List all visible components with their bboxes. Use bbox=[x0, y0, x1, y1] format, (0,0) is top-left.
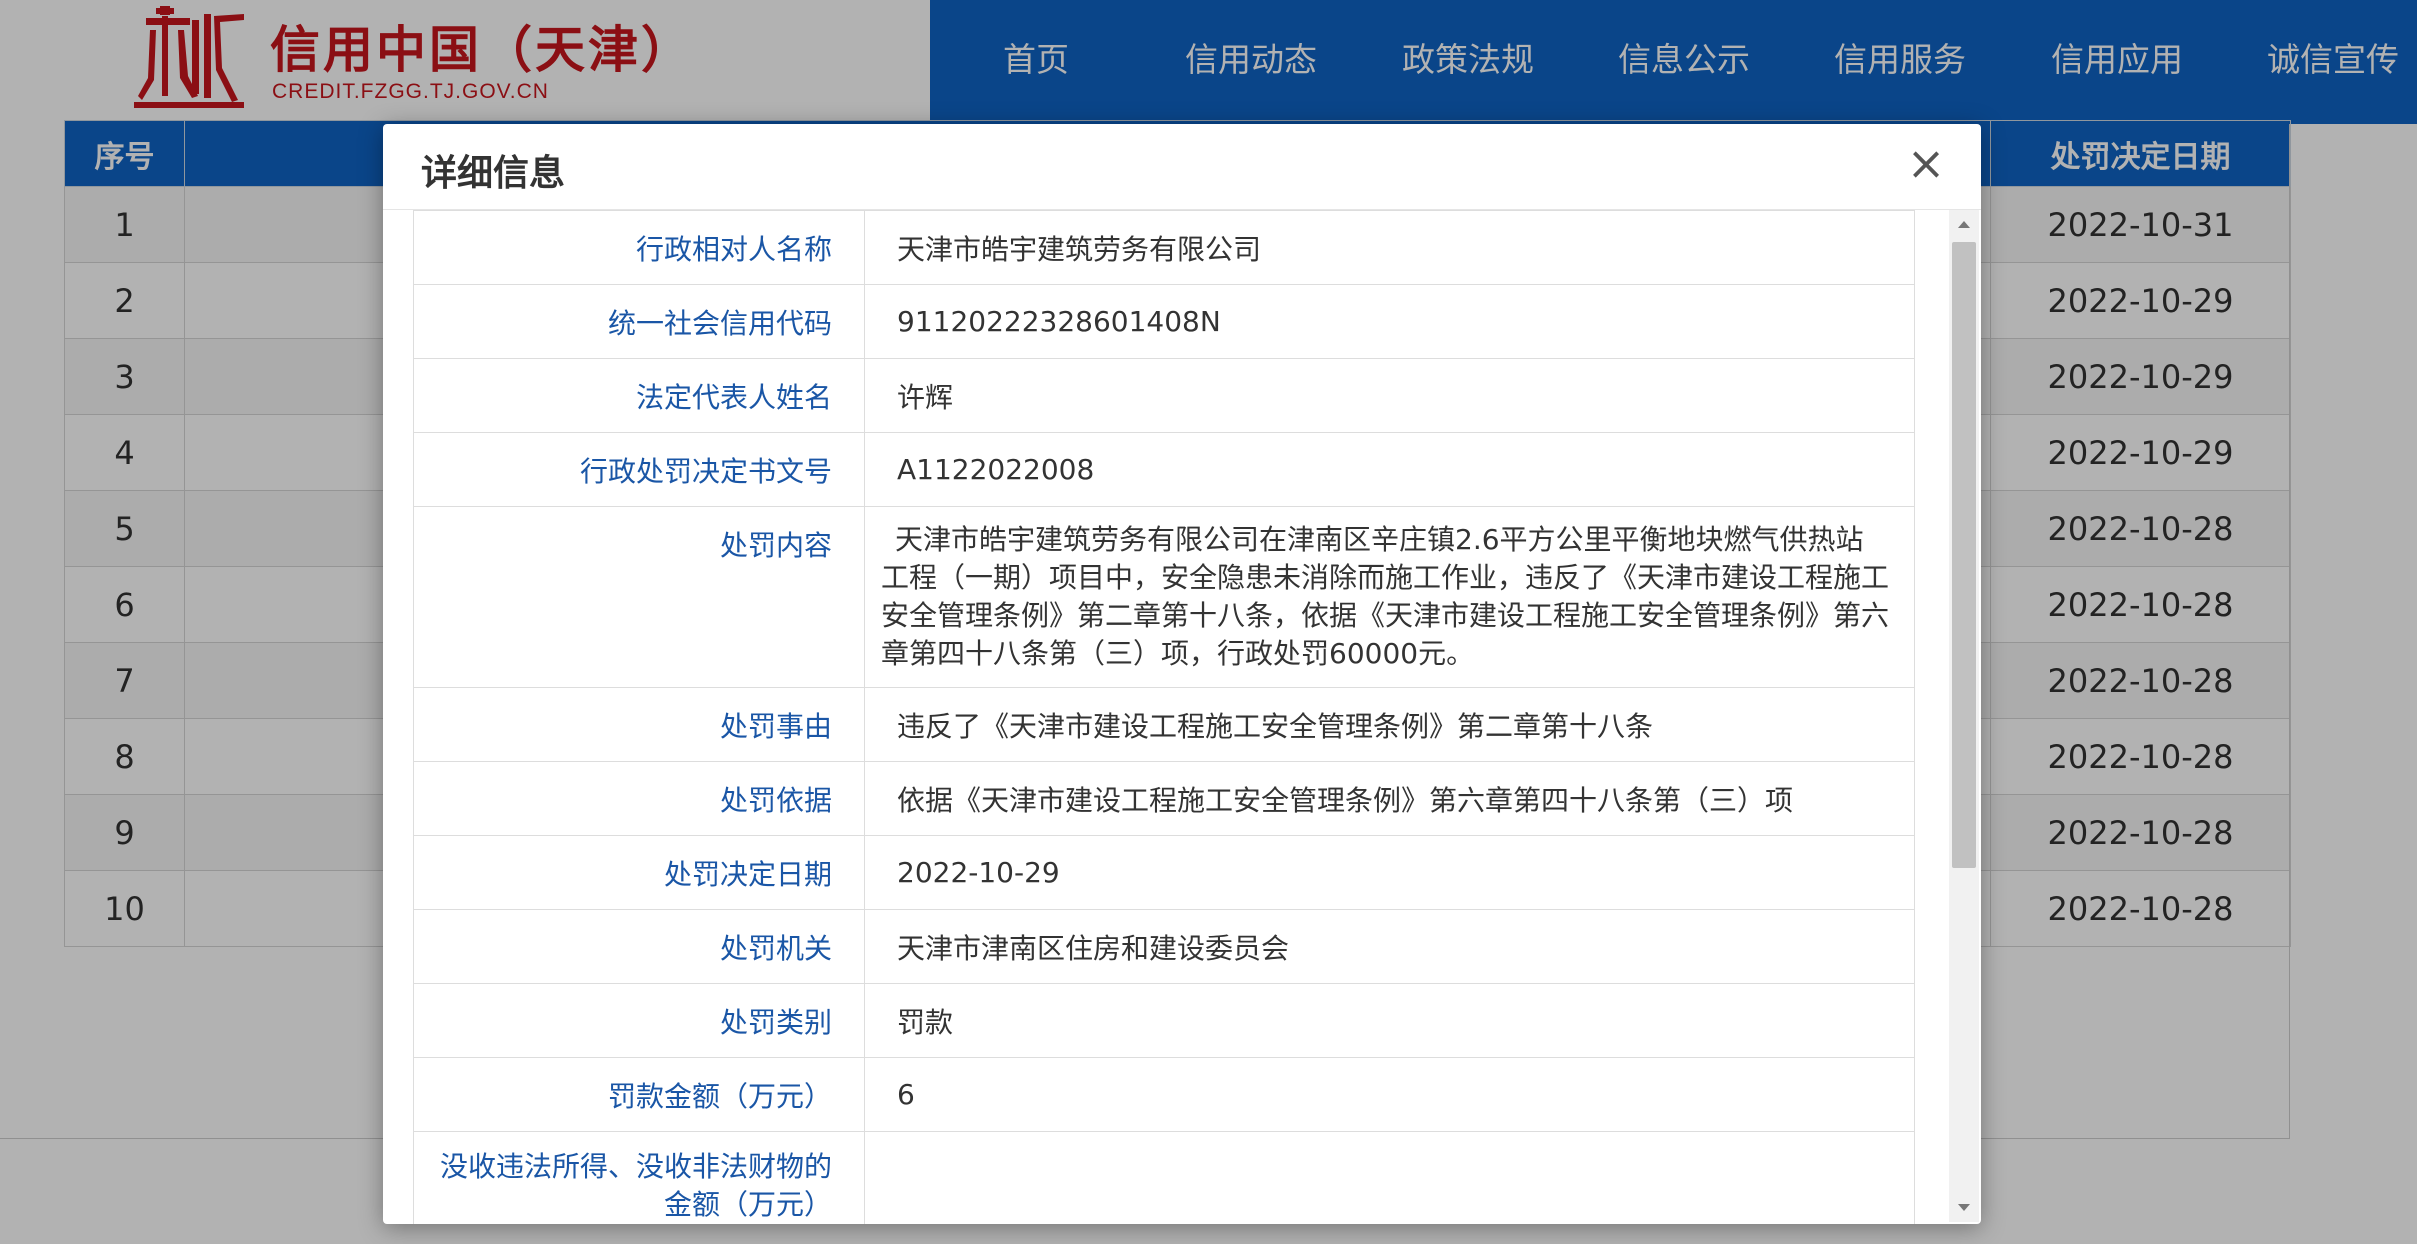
detail-row: 行政处罚决定书文号 A1122022008 bbox=[413, 432, 1915, 507]
dialog-header: 详细信息 × bbox=[383, 124, 1981, 210]
detail-row: 处罚依据 依据《天津市建设工程施工安全管理条例》第六章第四十八条第（三）项 bbox=[413, 761, 1915, 836]
chevron-down-icon[interactable] bbox=[1949, 1194, 1979, 1222]
detail-row: 罚款金额（万元） 6 bbox=[413, 1057, 1915, 1132]
field-value: 违反了《天津市建设工程施工安全管理条例》第二章第十八条 bbox=[864, 687, 1915, 762]
field-value: 天津市津南区住房和建设委员会 bbox=[864, 909, 1915, 984]
chevron-up-icon[interactable] bbox=[1949, 210, 1979, 238]
field-value: A1122022008 bbox=[864, 432, 1915, 507]
detail-row: 处罚内容 天津市皓宇建筑劳务有限公司在津南区辛庄镇2.6平方公里平衡地块燃气供热… bbox=[413, 506, 1915, 688]
field-label: 统一社会信用代码 bbox=[413, 284, 865, 359]
field-label: 处罚依据 bbox=[413, 761, 865, 836]
detail-row: 处罚事由 违反了《天津市建设工程施工安全管理条例》第二章第十八条 bbox=[413, 687, 1915, 762]
field-label: 处罚内容 bbox=[413, 506, 865, 688]
close-icon[interactable]: × bbox=[1901, 138, 1951, 188]
dialog-body: 行政相对人名称 天津市皓宇建筑劳务有限公司 统一社会信用代码 911202223… bbox=[413, 210, 1979, 1224]
field-label: 没收违法所得、没收非法财物的金额（万元） bbox=[413, 1131, 865, 1224]
field-value: 2022-10-29 bbox=[864, 835, 1915, 910]
field-label: 行政相对人名称 bbox=[413, 210, 865, 285]
field-label: 处罚机关 bbox=[413, 909, 865, 984]
detail-row: 行政相对人名称 天津市皓宇建筑劳务有限公司 bbox=[413, 210, 1915, 285]
field-value bbox=[864, 1131, 1915, 1224]
field-value: 依据《天津市建设工程施工安全管理条例》第六章第四十八条第（三）项 bbox=[864, 761, 1915, 836]
field-label: 罚款金额（万元） bbox=[413, 1057, 865, 1132]
field-label: 处罚类别 bbox=[413, 983, 865, 1058]
detail-dialog: 详细信息 × 行政相对人名称 天津市皓宇建筑劳务有限公司 统一社会信用代码 91… bbox=[383, 124, 1981, 1224]
field-value: 天津市皓宇建筑劳务有限公司 bbox=[864, 210, 1915, 285]
detail-row: 统一社会信用代码 91120222328601408N bbox=[413, 284, 1915, 359]
detail-row: 法定代表人姓名 许辉 bbox=[413, 358, 1915, 433]
field-label: 行政处罚决定书文号 bbox=[413, 432, 865, 507]
field-value: 91120222328601408N bbox=[864, 284, 1915, 359]
dialog-title: 详细信息 bbox=[421, 153, 566, 194]
field-label: 处罚决定日期 bbox=[413, 835, 865, 910]
detail-row: 处罚类别 罚款 bbox=[413, 983, 1915, 1058]
detail-row: 没收违法所得、没收非法财物的金额（万元） bbox=[413, 1131, 1915, 1224]
detail-table: 行政相对人名称 天津市皓宇建筑劳务有限公司 统一社会信用代码 911202223… bbox=[413, 210, 1915, 1224]
field-value: 罚款 bbox=[864, 983, 1915, 1058]
field-value: 许辉 bbox=[864, 358, 1915, 433]
field-label: 法定代表人姓名 bbox=[413, 358, 865, 433]
field-value: 6 bbox=[864, 1057, 1915, 1132]
field-value: 天津市皓宇建筑劳务有限公司在津南区辛庄镇2.6平方公里平衡地块燃气供热站工程（一… bbox=[864, 506, 1915, 688]
scrollbar-thumb[interactable] bbox=[1952, 242, 1976, 868]
dialog-scrollbar[interactable] bbox=[1949, 210, 1979, 1222]
detail-row: 处罚决定日期 2022-10-29 bbox=[413, 835, 1915, 910]
field-label: 处罚事由 bbox=[413, 687, 865, 762]
detail-row: 处罚机关 天津市津南区住房和建设委员会 bbox=[413, 909, 1915, 984]
